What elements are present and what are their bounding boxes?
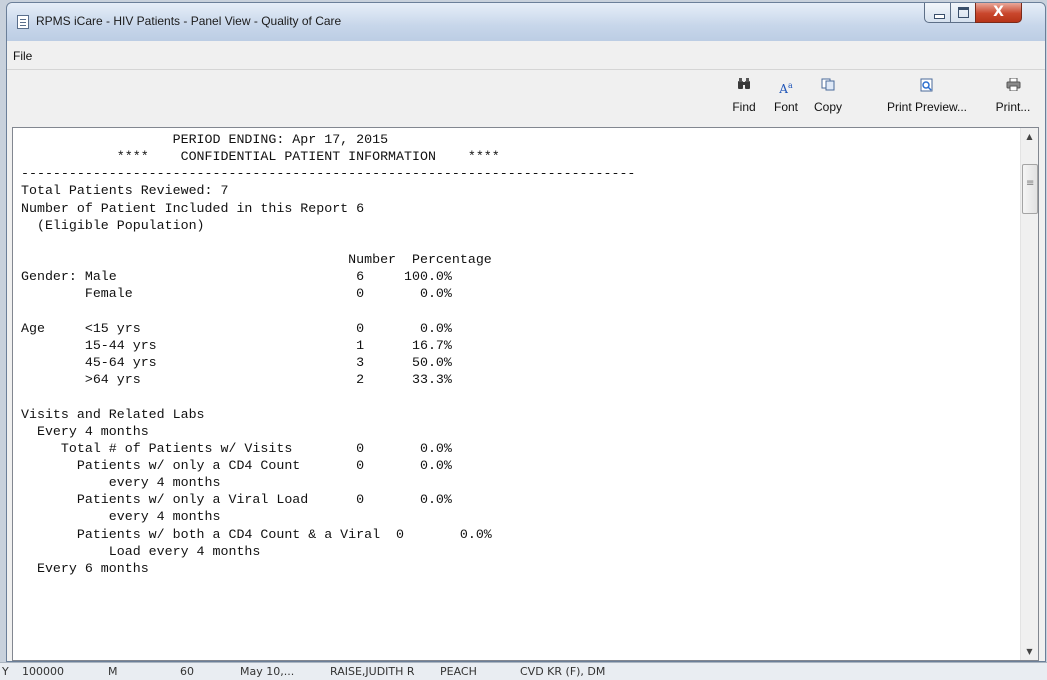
report-line: (Eligible Population) [21, 217, 205, 233]
scroll-thumb[interactable] [1022, 164, 1038, 214]
print-preview-icon [872, 78, 982, 94]
report-line: every 4 months [21, 509, 221, 525]
report-line: Total # of Patients w/ Visits 0 0.0% [21, 440, 452, 456]
print-button[interactable]: Print... [991, 77, 1035, 114]
print-preview-button[interactable]: Print Preview... [872, 78, 982, 114]
report-line: Female 0 0.0% [21, 286, 452, 302]
font-icon: Aa [779, 81, 793, 96]
menu-file[interactable]: File [13, 49, 32, 63]
report-line: Load every 4 months [21, 543, 261, 559]
bg-cell: Y [2, 665, 9, 678]
copy-icon [810, 78, 846, 94]
bg-cell: May 10,... [240, 665, 295, 678]
window-title: RPMS iCare - HIV Patients - Panel View -… [36, 14, 342, 28]
report-line: Visits and Related Labs [21, 406, 205, 422]
report-line: Patients w/ only a Viral Load 0 0.0% [21, 492, 452, 508]
bg-cell: RAISE,JUDITH R [330, 665, 415, 678]
find-label: Find [732, 100, 756, 114]
report-line: >64 yrs 2 33.3% [21, 372, 452, 388]
report-line: ----------------------------------------… [21, 166, 636, 182]
minimize-button[interactable] [924, 3, 951, 23]
bg-cell: 60 [180, 665, 194, 678]
toolbar: Find Aa Font Copy Print Preview... Print… [7, 70, 1045, 127]
report-line: Patients w/ only a CD4 Count 0 0.0% [21, 457, 452, 473]
report-line: 15-44 yrs 1 16.7% [21, 337, 452, 353]
report-line: Every 6 months [21, 560, 149, 576]
copy-button[interactable]: Copy [810, 78, 846, 114]
find-button[interactable]: Find [729, 78, 759, 114]
title-bar[interactable]: RPMS iCare - HIV Patients - Panel View -… [7, 3, 1045, 41]
binoculars-icon [729, 78, 759, 94]
font-button[interactable]: Aa Font [769, 78, 803, 114]
report-line: Gender: Male 6 100.0% [21, 269, 452, 285]
menu-bar: File [7, 41, 1045, 70]
report-line: Number Percentage [21, 252, 492, 268]
report-line: Patients w/ both a CD4 Count & a Viral 0… [21, 526, 492, 542]
maximize-button[interactable] [950, 3, 976, 23]
bg-cell: 100000 [22, 665, 64, 678]
copy-label: Copy [813, 100, 842, 114]
report-text: PERIOD ENDING: Apr 17, 2015 **** CONFIDE… [21, 131, 635, 577]
vertical-scrollbar[interactable]: ▲ ▼ [1020, 128, 1038, 660]
close-button[interactable]: X [975, 3, 1022, 23]
font-label: Font [773, 100, 798, 114]
report-line: Number of Patient Included in this Repor… [21, 200, 365, 216]
printer-icon [991, 77, 1035, 94]
document-icon [17, 15, 29, 29]
report-line: Every 4 months [21, 423, 149, 439]
scroll-down-icon[interactable]: ▼ [1021, 643, 1038, 660]
print-preview-label: Print Preview... [886, 100, 968, 114]
report-line: Age <15 yrs 0 0.0% [21, 320, 452, 336]
report-window: RPMS iCare - HIV Patients - Panel View -… [6, 2, 1046, 662]
report-line: **** CONFIDENTIAL PATIENT INFORMATION **… [21, 149, 500, 165]
report-line: every 4 months [21, 475, 221, 491]
bg-cell: CVD KR (F), DM [520, 665, 606, 678]
close-icon: X [993, 4, 1004, 20]
report-line: PERIOD ENDING: Apr 17, 2015 [21, 132, 389, 147]
background-app-row: Y 100000 M 60 May 10,... RAISE,JUDITH R … [0, 662, 1047, 680]
report-viewer[interactable]: PERIOD ENDING: Apr 17, 2015 **** CONFIDE… [12, 127, 1039, 661]
print-label: Print... [995, 100, 1031, 114]
bg-cell: PEACH [440, 665, 477, 678]
report-line: 45-64 yrs 3 50.0% [21, 355, 452, 371]
scroll-up-icon[interactable]: ▲ [1021, 128, 1038, 145]
report-line: Total Patients Reviewed: 7 [21, 183, 229, 199]
bg-cell: M [108, 665, 118, 678]
